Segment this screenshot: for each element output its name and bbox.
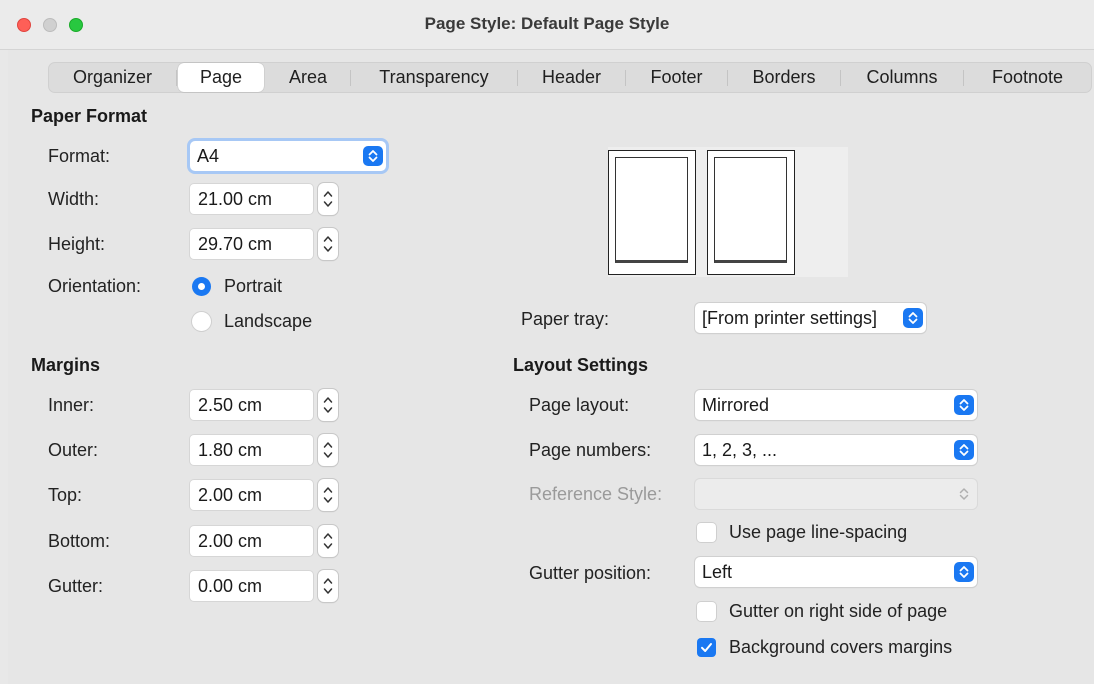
reference-style-select[interactable] [695,479,977,509]
inner-margin-stepper[interactable] [318,389,338,421]
page-numbers-value: 1, 2, 3, ... [702,440,778,460]
width-field[interactable]: 21.00 cm [190,184,313,214]
chevron-updown-icon [363,146,383,166]
outer-margin-stepper[interactable] [318,434,338,466]
portrait-label[interactable]: Portrait [224,276,282,297]
background-covers-margins-label[interactable]: Background covers margins [729,637,952,658]
height-field[interactable]: 29.70 cm [190,229,313,259]
window-title: Page Style: Default Page Style [424,14,670,33]
gutter-field[interactable]: 0.00 cm [190,571,313,601]
tab-footnote[interactable]: Footnote [964,63,1091,92]
bottom-margin-stepper[interactable] [318,525,338,557]
height-label: Height: [48,234,106,254]
tab-area[interactable]: Area [266,63,350,92]
use-page-line-spacing-label[interactable]: Use page line-spacing [729,522,907,543]
tab-organizer[interactable]: Organizer [49,63,176,92]
page-numbers-select[interactable]: 1, 2, 3, ... [695,435,977,465]
format-value: A4 [197,146,220,166]
top-label: Top: [48,485,83,505]
preview-right-page-area [714,157,787,263]
tab-footer[interactable]: Footer [626,63,727,92]
use-page-line-spacing-checkbox[interactable] [697,523,716,542]
height-stepper[interactable] [318,228,338,260]
tab-bar: Organizer Page Area Transparency Header … [48,62,1092,93]
gutter-position-value: Left [702,562,733,582]
landscape-label[interactable]: Landscape [224,311,312,332]
preview-right-page [707,150,795,275]
portrait-radio[interactable] [192,277,211,296]
gutter-stepper[interactable] [318,570,338,602]
top-margin-field[interactable]: 2.00 cm [190,480,313,510]
gutter-label: Gutter: [48,576,104,596]
outer-margin-field[interactable]: 1.80 cm [190,435,313,465]
tab-borders[interactable]: Borders [728,63,840,92]
page-layout-value: Mirrored [702,395,770,415]
format-label: Format: [48,146,111,166]
landscape-radio[interactable] [192,312,211,331]
preview-left-page-area [615,157,688,263]
inner-margin-field[interactable]: 2.50 cm [190,390,313,420]
reference-style-label: Reference Style: [529,484,663,504]
margins-heading: Margins [31,355,101,375]
width-stepper[interactable] [318,183,338,215]
title-bar: Page Style: Default Page Style [0,0,1094,50]
page-preview [608,147,848,277]
tab-header[interactable]: Header [518,63,625,92]
tab-page[interactable]: Page [178,63,264,92]
tab-transparency[interactable]: Transparency [351,63,517,92]
dialog-content: Organizer Page Area Transparency Header … [8,50,1094,684]
page-style-dialog: Page Style: Default Page Style Organizer… [0,0,1094,684]
chevron-updown-icon [954,484,974,504]
gutter-right-side-label[interactable]: Gutter on right side of page [729,601,947,622]
background-covers-margins-checkbox[interactable] [697,638,716,657]
paper-tray-label: Paper tray: [521,309,610,329]
orientation-label: Orientation: [48,276,142,296]
gutter-position-select[interactable]: Left [695,557,977,587]
outer-label: Outer: [48,440,99,460]
checkmark-icon [701,643,712,652]
chevron-updown-icon [954,440,974,460]
chevron-updown-icon [903,308,923,328]
page-layout-label: Page layout: [529,395,630,415]
chevron-updown-icon [954,562,974,582]
bottom-label: Bottom: [48,531,111,551]
page-layout-select[interactable]: Mirrored [695,390,977,420]
inner-label: Inner: [48,395,95,415]
preview-left-page [608,150,696,275]
width-label: Width: [48,189,100,209]
gutter-right-side-checkbox[interactable] [697,602,716,621]
page-numbers-label: Page numbers: [529,440,652,460]
bottom-margin-field[interactable]: 2.00 cm [190,526,313,556]
paper-format-heading: Paper Format [31,106,148,126]
paper-tray-value: [From printer settings] [702,308,878,328]
tab-columns[interactable]: Columns [841,63,963,92]
paper-tray-select[interactable]: [From printer settings] [695,303,926,333]
chevron-updown-icon [954,395,974,415]
tab-separator [176,70,177,86]
gutter-position-label: Gutter position: [529,563,652,583]
top-margin-stepper[interactable] [318,479,338,511]
format-select[interactable]: A4 [190,141,386,171]
layout-settings-heading: Layout Settings [513,355,649,375]
